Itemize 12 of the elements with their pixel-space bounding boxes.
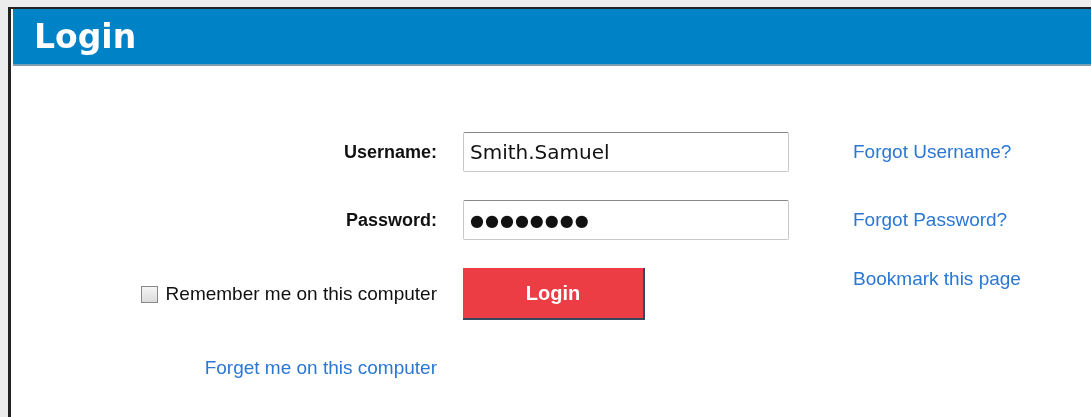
forget-link[interactable]: Forget me on this computer (204, 357, 437, 379)
forgot-link[interactable]: Forgot Password? (853, 209, 1008, 231)
page-title: Login (34, 17, 137, 56)
forgot-link[interactable]: Forgot Username? (853, 141, 1012, 163)
field-label: Password: (345, 209, 437, 231)
field-label: Username: (343, 141, 437, 163)
remember-label: Remember me on this computer (165, 283, 437, 305)
username-field[interactable]: Smith.Samuel (463, 132, 789, 172)
login-button[interactable]: Login (463, 268, 645, 320)
bookmark-link[interactable]: Bookmark this page (853, 268, 1021, 290)
remember-checkbox[interactable] (140, 285, 158, 303)
password-field[interactable]: ●●●●●●●● (463, 200, 789, 240)
